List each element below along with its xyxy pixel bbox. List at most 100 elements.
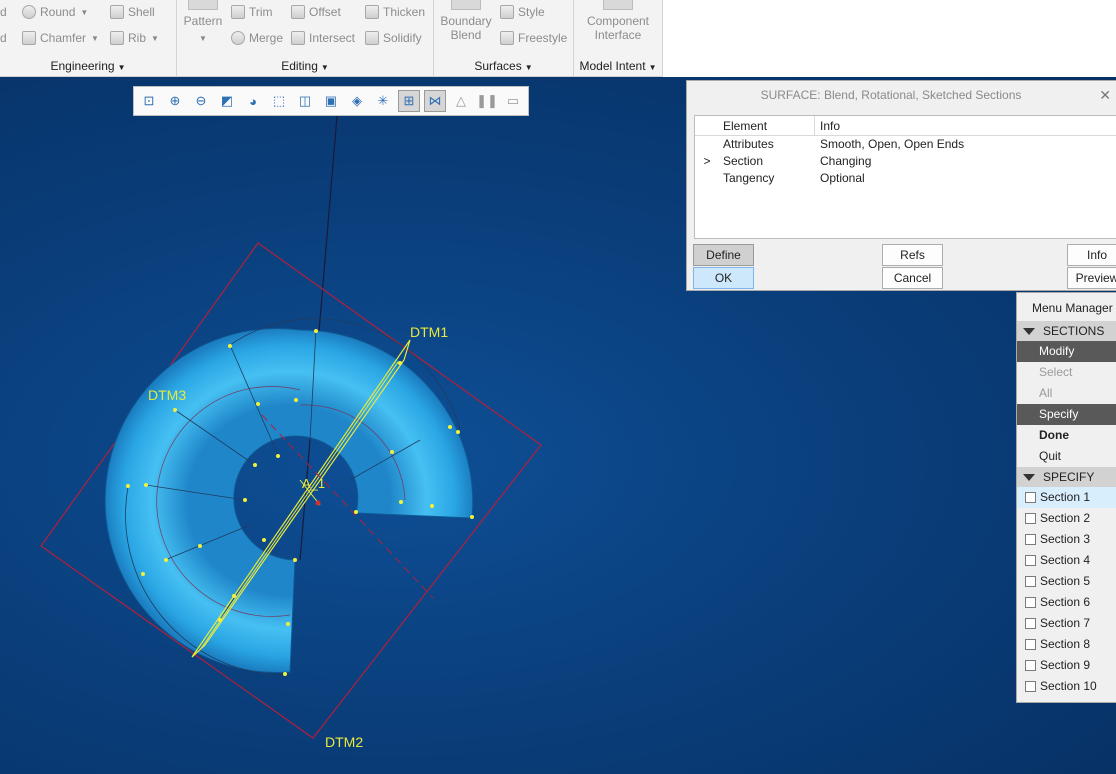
zoom-in-icon[interactable]: ⊕ — [164, 90, 186, 112]
style-label: Style — [518, 5, 545, 19]
perspective-icon[interactable]: ▣ — [320, 90, 342, 112]
section-label: Section 3 — [1040, 532, 1091, 546]
ok-button[interactable]: OK — [693, 267, 754, 289]
engineering-group: d d Round ▼ Chamfer ▼ Shell Rib ▼ Engine… — [0, 0, 177, 77]
rib-button[interactable]: Rib ▼ — [110, 31, 159, 45]
merge-button[interactable]: Merge — [231, 31, 283, 45]
sections-header[interactable]: SECTIONS — [1017, 321, 1116, 341]
ribbon-partial-item-2[interactable]: d — [0, 31, 7, 45]
element-column-header: Element — [695, 116, 815, 135]
menu-item-done[interactable]: Done — [1017, 425, 1116, 446]
axis-label[interactable]: A_1 — [302, 476, 325, 491]
pattern-button[interactable]: Pattern ▼ — [181, 0, 225, 46]
section-checkbox-1[interactable]: Section 1 — [1017, 487, 1116, 508]
spin-center-icon[interactable]: ◈ — [346, 90, 368, 112]
shell-button[interactable]: Shell — [110, 5, 155, 19]
rib-label: Rib — [128, 31, 147, 45]
checkbox-icon — [1025, 618, 1036, 629]
display-style-icon[interactable]: ◕ — [242, 90, 264, 112]
end-icon[interactable]: ▭ — [502, 90, 524, 112]
surfaces-group: Boundary Blend Style Freestyle Surfaces ▼ — [434, 0, 574, 77]
freestyle-label: Freestyle — [518, 31, 568, 45]
round-icon — [22, 5, 36, 19]
editing-group-menu[interactable]: Editing ▼ — [177, 59, 433, 73]
section-label: Section 8 — [1040, 637, 1091, 651]
model-intent-label: Model Intent — [579, 59, 646, 73]
offset-button[interactable]: Offset — [291, 5, 341, 19]
surfaces-group-menu[interactable]: Surfaces ▼ — [434, 59, 573, 73]
offset-label: Offset — [309, 5, 341, 19]
ribbon-partial-item-1[interactable]: d — [0, 5, 7, 19]
refit-icon[interactable]: ⊡ — [138, 90, 160, 112]
menu-item-select: Select — [1039, 365, 1073, 379]
menu-item-quit[interactable]: Quit — [1017, 446, 1116, 467]
shell-icon — [110, 5, 124, 19]
section-checkbox-9[interactable]: Section 9 — [1017, 655, 1116, 676]
section-checkbox-6[interactable]: Section 6 — [1017, 592, 1116, 613]
checkbox-icon — [1025, 555, 1036, 566]
menu-item-modify[interactable]: Modify — [1017, 341, 1116, 362]
menu-item-specify[interactable]: Specify — [1017, 404, 1116, 425]
merge-label: Merge — [249, 31, 284, 45]
section-label: Section 1 — [1040, 490, 1091, 504]
element-cell: Tangency — [723, 171, 775, 185]
axis-origin-point — [315, 500, 321, 506]
datum-display-icon[interactable]: ✳ — [372, 90, 394, 112]
component-interface-button[interactable]: Component Interface — [576, 0, 660, 42]
csys-display-icon[interactable]: ⋈ — [424, 90, 446, 112]
section-checkbox-2[interactable]: Section 2 — [1017, 508, 1116, 529]
dtm1-label[interactable]: DTM1 — [410, 324, 448, 340]
annotation-display-icon[interactable]: ⊞ — [398, 90, 420, 112]
section-checkbox-5[interactable]: Section 5 — [1017, 571, 1116, 592]
view-manager-icon[interactable]: ◫ — [294, 90, 316, 112]
info-button[interactable]: Info — [1067, 244, 1116, 266]
pattern-icon — [188, 0, 218, 10]
chevron-down-icon: ▼ — [648, 63, 657, 72]
chevron-down-icon: ▼ — [320, 63, 329, 72]
section-checkbox-10[interactable]: Section 10 — [1017, 676, 1116, 697]
table-row[interactable]: > Section Changing — [695, 153, 1116, 170]
close-icon[interactable]: ✕ — [1099, 87, 1111, 104]
checkbox-icon — [1025, 492, 1036, 503]
repaint-icon[interactable]: ◩ — [216, 90, 238, 112]
specify-header[interactable]: SPECIFY — [1017, 467, 1116, 487]
info-column-header: Info — [820, 119, 841, 133]
trim-button[interactable]: Trim — [231, 5, 273, 19]
zoom-out-icon[interactable]: ⊖ — [190, 90, 212, 112]
cancel-button[interactable]: Cancel — [882, 267, 943, 289]
style-button[interactable]: Style — [500, 5, 545, 19]
chamfer-button[interactable]: Chamfer ▼ — [22, 31, 99, 45]
chevron-down-icon: ▼ — [199, 34, 207, 43]
checkbox-icon — [1025, 534, 1036, 545]
freestyle-button[interactable]: Freestyle — [500, 31, 567, 45]
section-checkbox-7[interactable]: Section 7 — [1017, 613, 1116, 634]
section-checkbox-4[interactable]: Section 4 — [1017, 550, 1116, 571]
section-label: Section 5 — [1040, 574, 1091, 588]
refs-button[interactable]: Refs — [882, 244, 943, 266]
table-row[interactable]: Tangency Optional — [695, 170, 1116, 187]
round-button[interactable]: Round ▼ — [22, 5, 88, 19]
row-marker — [695, 170, 719, 187]
surface-model[interactable] — [104, 327, 474, 673]
dtm2-label[interactable]: DTM2 — [325, 734, 363, 750]
section-label: Section 2 — [1040, 511, 1091, 525]
simulation-icon[interactable]: △ — [450, 90, 472, 112]
dtm3-label[interactable]: DTM3 — [148, 387, 186, 403]
solidify-button[interactable]: Solidify — [365, 31, 422, 45]
define-button[interactable]: Define — [693, 244, 754, 266]
saved-orientations-icon[interactable]: ⬚ — [268, 90, 290, 112]
info-cell: Changing — [820, 154, 872, 168]
intersect-button[interactable]: Intersect — [291, 31, 355, 45]
boundary-blend-button[interactable]: Boundary Blend — [438, 0, 494, 42]
section-checkbox-3[interactable]: Section 3 — [1017, 529, 1116, 550]
menu-manager-title: Menu Manager — [1032, 301, 1113, 315]
collapse-triangle-icon — [1023, 474, 1035, 482]
engineering-group-menu[interactable]: Engineering ▼ — [0, 59, 176, 73]
blend-label: Blend — [450, 28, 482, 42]
preview-button[interactable]: Preview — [1067, 267, 1116, 289]
pause-icon[interactable]: ❚❚ — [476, 90, 498, 112]
section-checkbox-8[interactable]: Section 8 — [1017, 634, 1116, 655]
model-intent-group-menu[interactable]: Model Intent ▼ — [574, 59, 662, 73]
table-row[interactable]: Attributes Smooth, Open, Open Ends — [695, 136, 1116, 153]
thicken-button[interactable]: Thicken — [365, 5, 425, 19]
